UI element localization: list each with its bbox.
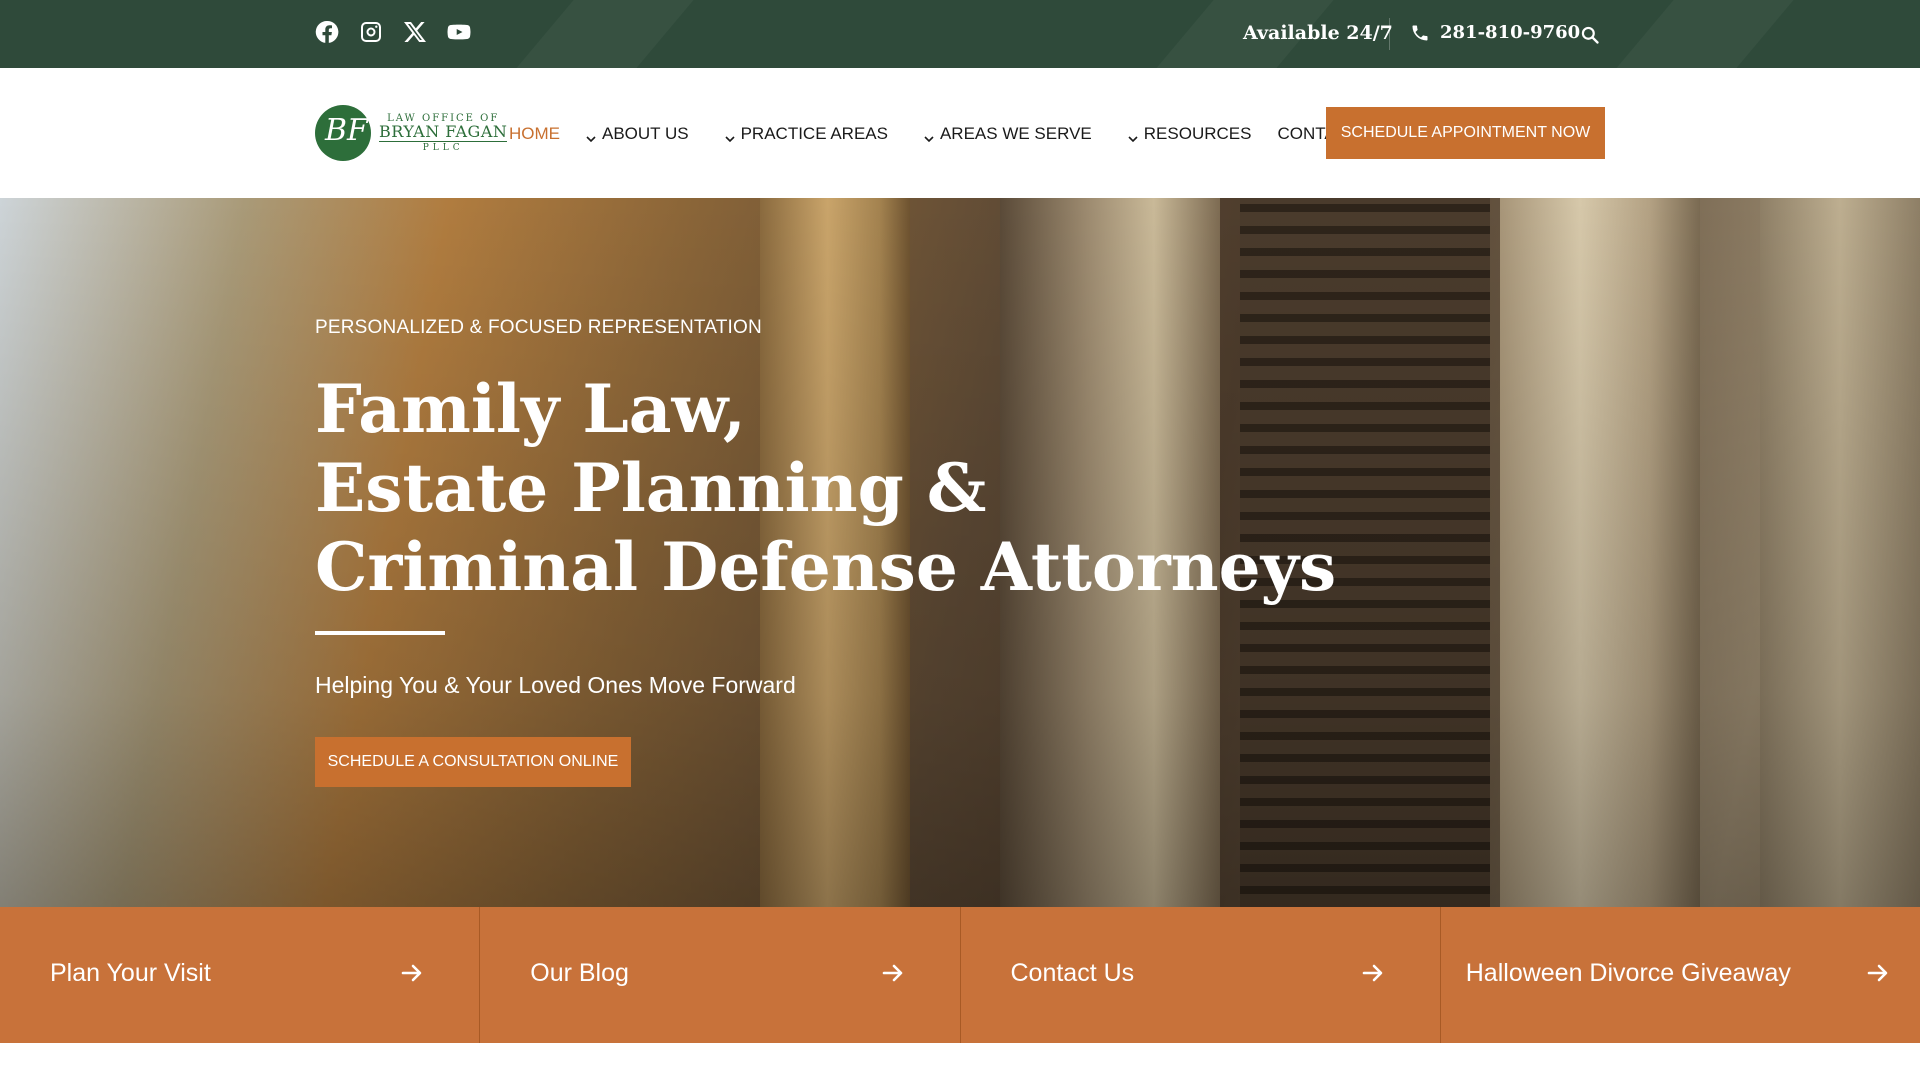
- hero-subheading: Helping You & Your Loved Ones Move Forwa…: [315, 672, 796, 698]
- tile-our-blog[interactable]: Our Blog: [480, 907, 961, 1043]
- nav-label: ABOUT US: [602, 124, 689, 143]
- divider: [1389, 18, 1390, 50]
- chevron-down-icon: [1128, 129, 1138, 143]
- schedule-consultation-button[interactable]: SCHEDULE A CONSULTATION ONLINE: [315, 737, 631, 787]
- tile-contact-us[interactable]: Contact Us: [960, 907, 1441, 1043]
- quick-links: Plan Your Visit Our Blog Contact Us Hall…: [0, 907, 1920, 1043]
- top-bar: Available 24/7 281-810-9760: [0, 0, 1920, 68]
- nav-label: PRACTICE AREAS: [740, 124, 888, 143]
- nav-label: RESOURCES: [1143, 124, 1252, 143]
- tile-label: Halloween Divorce Giveaway: [1465, 959, 1791, 987]
- nav-item-about-us[interactable]: ABOUT US: [586, 124, 689, 144]
- phone-number: 281-810-9760: [1440, 22, 1581, 43]
- decorative-band: [1589, 0, 1811, 68]
- tile-plan-your-visit[interactable]: Plan Your Visit: [0, 907, 481, 1043]
- phone-icon: [1412, 25, 1428, 40]
- logo-line3: PLLC: [422, 142, 464, 153]
- logo-monogram: BF: [315, 105, 371, 161]
- tile-label: Plan Your Visit: [50, 959, 211, 987]
- headline-line: Criminal Defense Attorneys: [315, 528, 1337, 606]
- tile-label: Our Blog: [530, 959, 629, 987]
- youtube-icon[interactable]: [447, 20, 471, 44]
- tile-label: Contact Us: [1010, 959, 1135, 987]
- hero-eyebrow: PERSONALIZED & FOCUSED REPRESENTATION: [315, 317, 762, 338]
- chevron-down-icon: [586, 129, 596, 143]
- logo-monogram-text: BF: [325, 113, 368, 148]
- headline-line: Family Law,: [315, 370, 746, 448]
- x-icon[interactable]: [403, 20, 427, 44]
- tile-halloween-divorce-giveaway[interactable]: Halloween Divorce Giveaway: [1440, 907, 1920, 1043]
- schedule-appointment-button[interactable]: SCHEDULE APPOINTMENT NOW: [1326, 107, 1605, 159]
- logo-wordmark: LAW OFFICE OF BRYAN FAGAN PLLC: [379, 113, 508, 153]
- arrow-right-icon: [1866, 961, 1890, 985]
- arrow-right-icon: [881, 961, 905, 985]
- arrow-right-icon: [1361, 961, 1385, 985]
- nav-item-home[interactable]: HOME: [509, 124, 560, 144]
- social-links: [315, 20, 471, 44]
- nav-item-resources[interactable]: RESOURCES: [1128, 124, 1252, 144]
- chevron-down-icon: [924, 129, 934, 143]
- logo-line2: BRYAN FAGAN: [379, 121, 508, 142]
- nav-item-practice-areas[interactable]: PRACTICE AREAS: [725, 124, 888, 144]
- chevron-down-icon: [725, 129, 735, 143]
- availability-text: Available 24/7: [1243, 22, 1393, 44]
- headline-divider: [315, 631, 445, 635]
- site-header: BF LAW OFFICE OF BRYAN FAGAN PLLC HOME A…: [0, 68, 1920, 198]
- decorative-band: [489, 0, 711, 68]
- nav-label: HOME: [509, 124, 560, 143]
- main-nav: HOME ABOUT US PRACTICE AREAS AREAS WE SE…: [509, 124, 1358, 144]
- arrow-right-icon: [400, 961, 424, 985]
- logo[interactable]: BF LAW OFFICE OF BRYAN FAGAN PLLC: [315, 105, 508, 161]
- instagram-icon[interactable]: [359, 20, 383, 44]
- hero-banner: PERSONALIZED & FOCUSED REPRESENTATION Fa…: [0, 198, 1920, 908]
- nav-label: AREAS WE SERVE: [939, 124, 1092, 143]
- headline-line: Estate Planning &: [315, 449, 987, 527]
- hero-headline: Family Law, Estate Planning & Criminal D…: [315, 370, 1336, 607]
- nav-item-areas-we-serve[interactable]: AREAS WE SERVE: [924, 124, 1092, 144]
- phone-link[interactable]: 281-810-9760: [1410, 22, 1580, 43]
- facebook-icon[interactable]: [315, 20, 339, 44]
- search-icon[interactable]: [1580, 25, 1600, 45]
